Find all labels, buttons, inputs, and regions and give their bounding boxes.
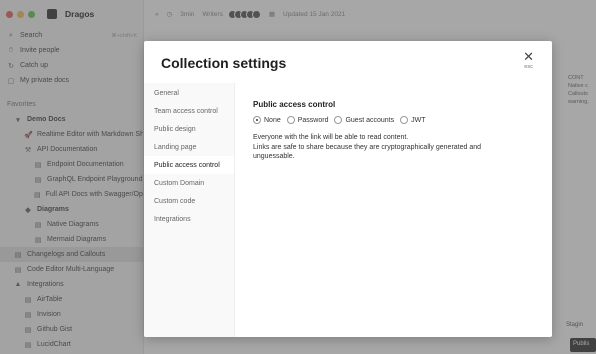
- close-icon: ✕: [523, 49, 534, 64]
- tab-public-access-control[interactable]: Public access control: [144, 156, 234, 174]
- tab-landing-page[interactable]: Landing page: [144, 138, 234, 156]
- tab-custom-domain[interactable]: Custom Domain: [144, 174, 234, 192]
- modal-header: Collection settings ✕ esc: [144, 41, 552, 83]
- radio-button[interactable]: [334, 116, 343, 124]
- tab-general[interactable]: General: [144, 84, 234, 102]
- settings-tabs: General Team access control Public design L…: [144, 83, 235, 337]
- radio-label: None: [264, 116, 281, 124]
- access-option-guest-accounts[interactable]: Guest accounts: [334, 116, 394, 124]
- radio-button[interactable]: [253, 116, 261, 124]
- modal-title: Collection settings: [161, 55, 287, 71]
- close-button[interactable]: ✕ esc: [523, 50, 534, 70]
- description-line: Links are safe to share because they are…: [253, 143, 482, 161]
- access-options: None Password Guest accounts JWT: [253, 116, 542, 124]
- tab-public-design[interactable]: Public design: [144, 120, 234, 138]
- access-option-none[interactable]: None: [253, 116, 281, 124]
- access-option-jwt[interactable]: JWT: [400, 116, 426, 124]
- access-description: Everyone with the link will be able to r…: [253, 133, 513, 162]
- section-title: Public access control: [253, 100, 336, 109]
- access-option-password[interactable]: Password: [286, 116, 329, 124]
- radio-label: Guest accounts: [345, 116, 395, 124]
- settings-content: Public access control None Password Guest …: [253, 100, 542, 162]
- tab-team-access-control[interactable]: Team access control: [144, 102, 234, 120]
- radio-label: JWT: [411, 116, 426, 124]
- radio-button[interactable]: [400, 116, 409, 124]
- tab-integrations[interactable]: Integrations: [144, 210, 234, 228]
- radio-label: Password: [297, 116, 329, 124]
- esc-hint: esc: [524, 64, 533, 70]
- collection-settings-modal: Collection settings ✕ esc General Team ac…: [144, 41, 552, 337]
- radio-button[interactable]: [286, 116, 295, 124]
- tab-custom-code[interactable]: Custom code: [144, 192, 234, 210]
- description-line: Everyone with the link will be able to r…: [253, 134, 409, 141]
